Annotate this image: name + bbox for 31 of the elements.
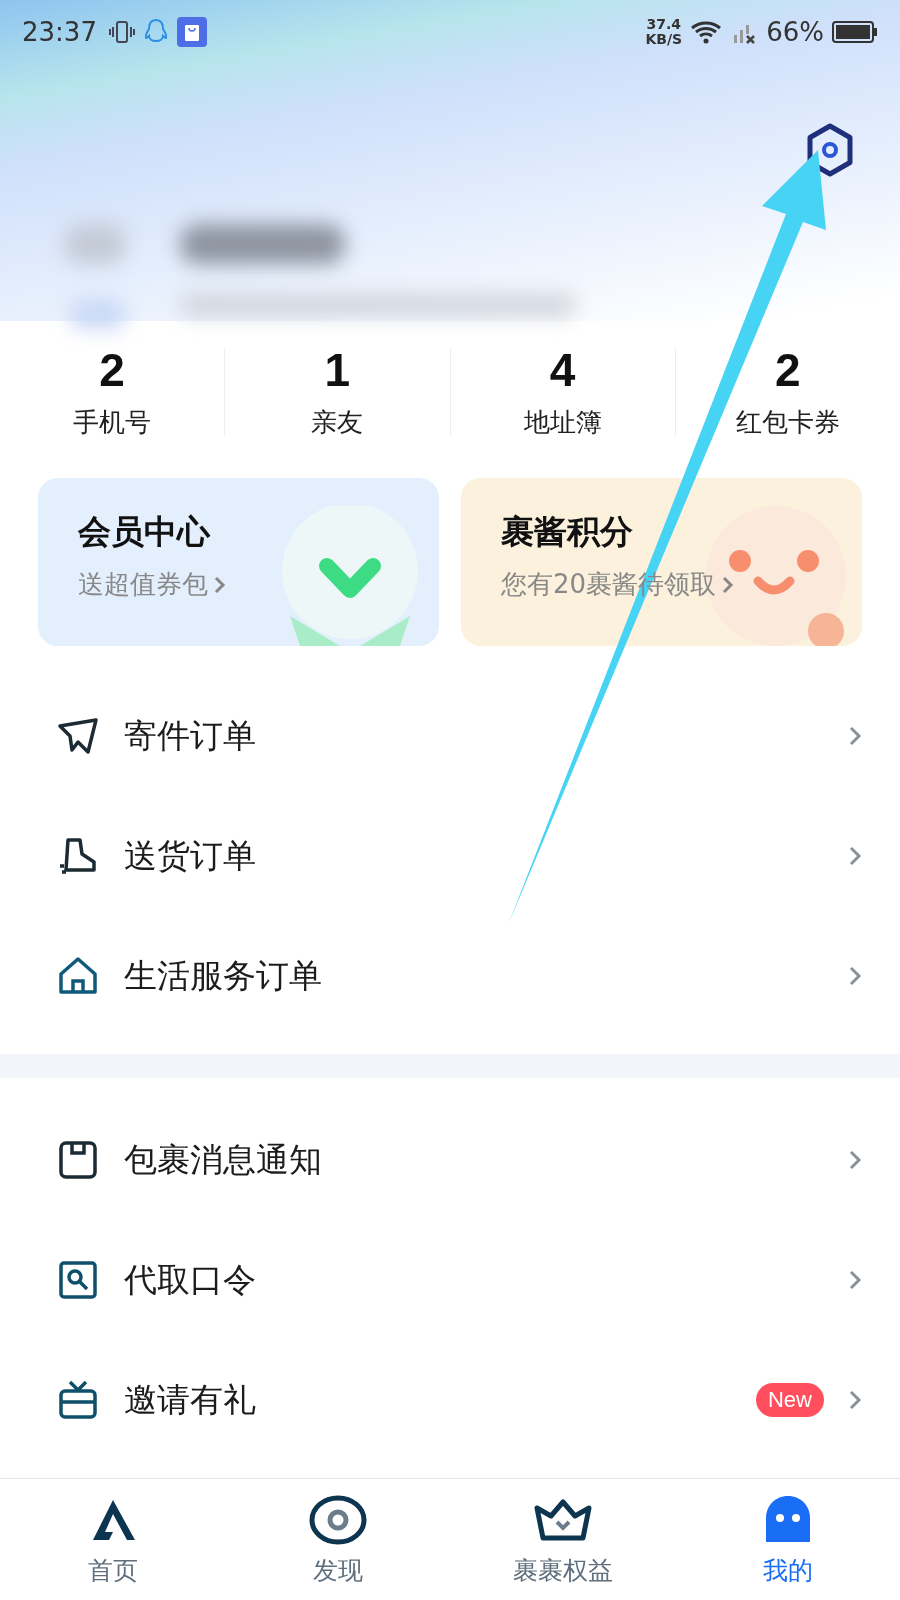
status-time: 23:37	[22, 17, 97, 47]
menu-item[interactable]: 代取口令	[0, 1220, 900, 1341]
tab-item[interactable]: 我的	[675, 1479, 900, 1600]
menu-item[interactable]: 寄件订单	[0, 676, 900, 797]
chevron-icon	[848, 1269, 862, 1292]
new-badge: New	[756, 1383, 824, 1418]
menu-item[interactable]: 生活服务订单	[0, 916, 900, 1037]
menu-item[interactable]: 包裹消息通知	[0, 1100, 900, 1221]
battery-icon	[832, 20, 878, 44]
menu-item[interactable]: 送货订单	[0, 796, 900, 917]
chevron-icon	[848, 1149, 862, 1172]
chevron-icon	[214, 574, 226, 595]
network-speed: 37.4 KB/S	[645, 17, 683, 47]
shopping-bag-icon	[176, 17, 207, 47]
chevron-icon	[848, 725, 862, 748]
stat-item[interactable]: 2 红包卡券	[675, 343, 900, 441]
card-subtitle: 送超值券包	[78, 568, 208, 602]
stat-item[interactable]: 1 亲友	[225, 343, 450, 441]
chevron-icon	[848, 1389, 862, 1412]
stat-item[interactable]: 2 手机号	[0, 343, 225, 441]
battery-percent: 66%	[766, 17, 824, 47]
chevron-icon	[722, 574, 735, 595]
tab-item[interactable]: 首页	[0, 1479, 225, 1600]
promo-card[interactable]: 会员中心 送超值券包	[38, 478, 439, 647]
menu-item[interactable]: 邀请有礼 New	[0, 1340, 900, 1461]
chevron-icon	[848, 845, 862, 868]
tab-item[interactable]: 发现	[225, 1479, 450, 1600]
vibrate-icon	[108, 19, 135, 45]
chevron-icon	[848, 965, 862, 988]
stat-item[interactable]: 4 地址簿	[450, 343, 675, 441]
tab-item[interactable]: 裹裹权益	[450, 1479, 675, 1600]
